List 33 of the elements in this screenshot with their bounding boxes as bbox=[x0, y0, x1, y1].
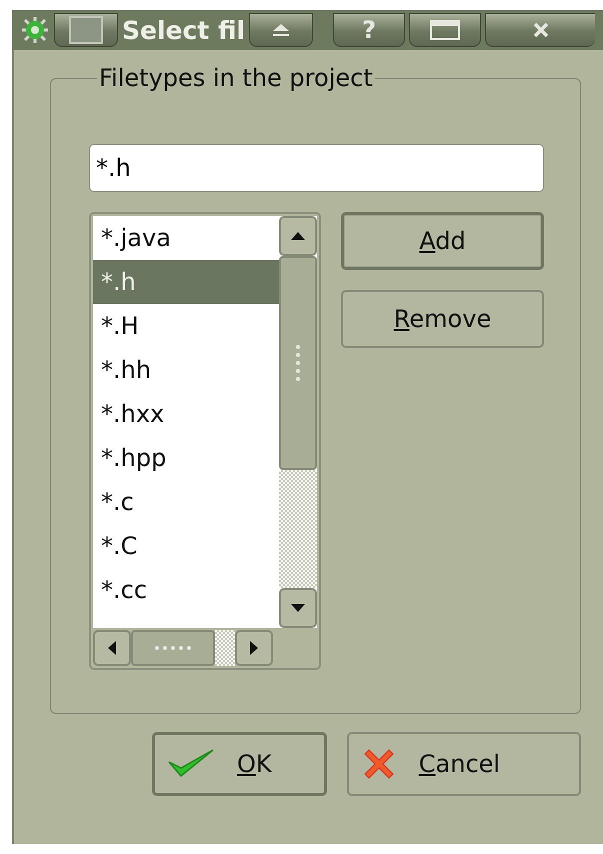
list-item[interactable]: *.C bbox=[93, 524, 279, 568]
list-item[interactable]: *.cc bbox=[93, 568, 279, 612]
list-item[interactable]: *.hh bbox=[93, 348, 279, 392]
scroll-left-button[interactable] bbox=[93, 630, 131, 666]
action-button[interactable]: Remove bbox=[341, 290, 544, 348]
list-item[interactable]: *.hxx bbox=[93, 392, 279, 436]
up-arrow-icon bbox=[290, 231, 306, 241]
window-title: Select fil bbox=[122, 16, 246, 44]
left-arrow-icon bbox=[107, 640, 117, 656]
scrollbar-thumb[interactable] bbox=[131, 630, 215, 666]
list-item[interactable]: *.c bbox=[93, 480, 279, 524]
list-item[interactable]: *.java bbox=[93, 216, 279, 260]
list-item[interactable]: *.hpp bbox=[93, 436, 279, 480]
scrollbar-track[interactable] bbox=[215, 630, 235, 666]
filetype-list[interactable]: *.java *.h *.H *.hh *.hxx *.hpp *.c *.C *.cc bbox=[89, 212, 321, 670]
gear-icon[interactable] bbox=[20, 15, 50, 45]
sticky-button[interactable] bbox=[54, 13, 118, 47]
close-button[interactable] bbox=[485, 13, 596, 47]
scroll-down-button[interactable] bbox=[279, 588, 317, 628]
scroll-right-button[interactable] bbox=[235, 630, 273, 666]
scrollbar-thumb[interactable] bbox=[279, 256, 317, 470]
scroll-up-button[interactable] bbox=[279, 216, 317, 256]
right-arrow-icon bbox=[249, 640, 259, 656]
maximize-button[interactable] bbox=[409, 13, 482, 47]
pattern-field[interactable]: *.h bbox=[89, 144, 544, 192]
action-button[interactable]: Add bbox=[341, 212, 544, 270]
ok-button[interactable]: OK bbox=[152, 732, 327, 796]
group-title: Filetypes in the project bbox=[98, 64, 374, 92]
cancel-button[interactable]: Cancel bbox=[346, 732, 581, 796]
shade-button[interactable] bbox=[249, 13, 314, 47]
down-arrow-icon bbox=[290, 603, 306, 613]
list-item[interactable]: *.H bbox=[93, 304, 279, 348]
list-item[interactable]: *.h bbox=[93, 260, 279, 304]
